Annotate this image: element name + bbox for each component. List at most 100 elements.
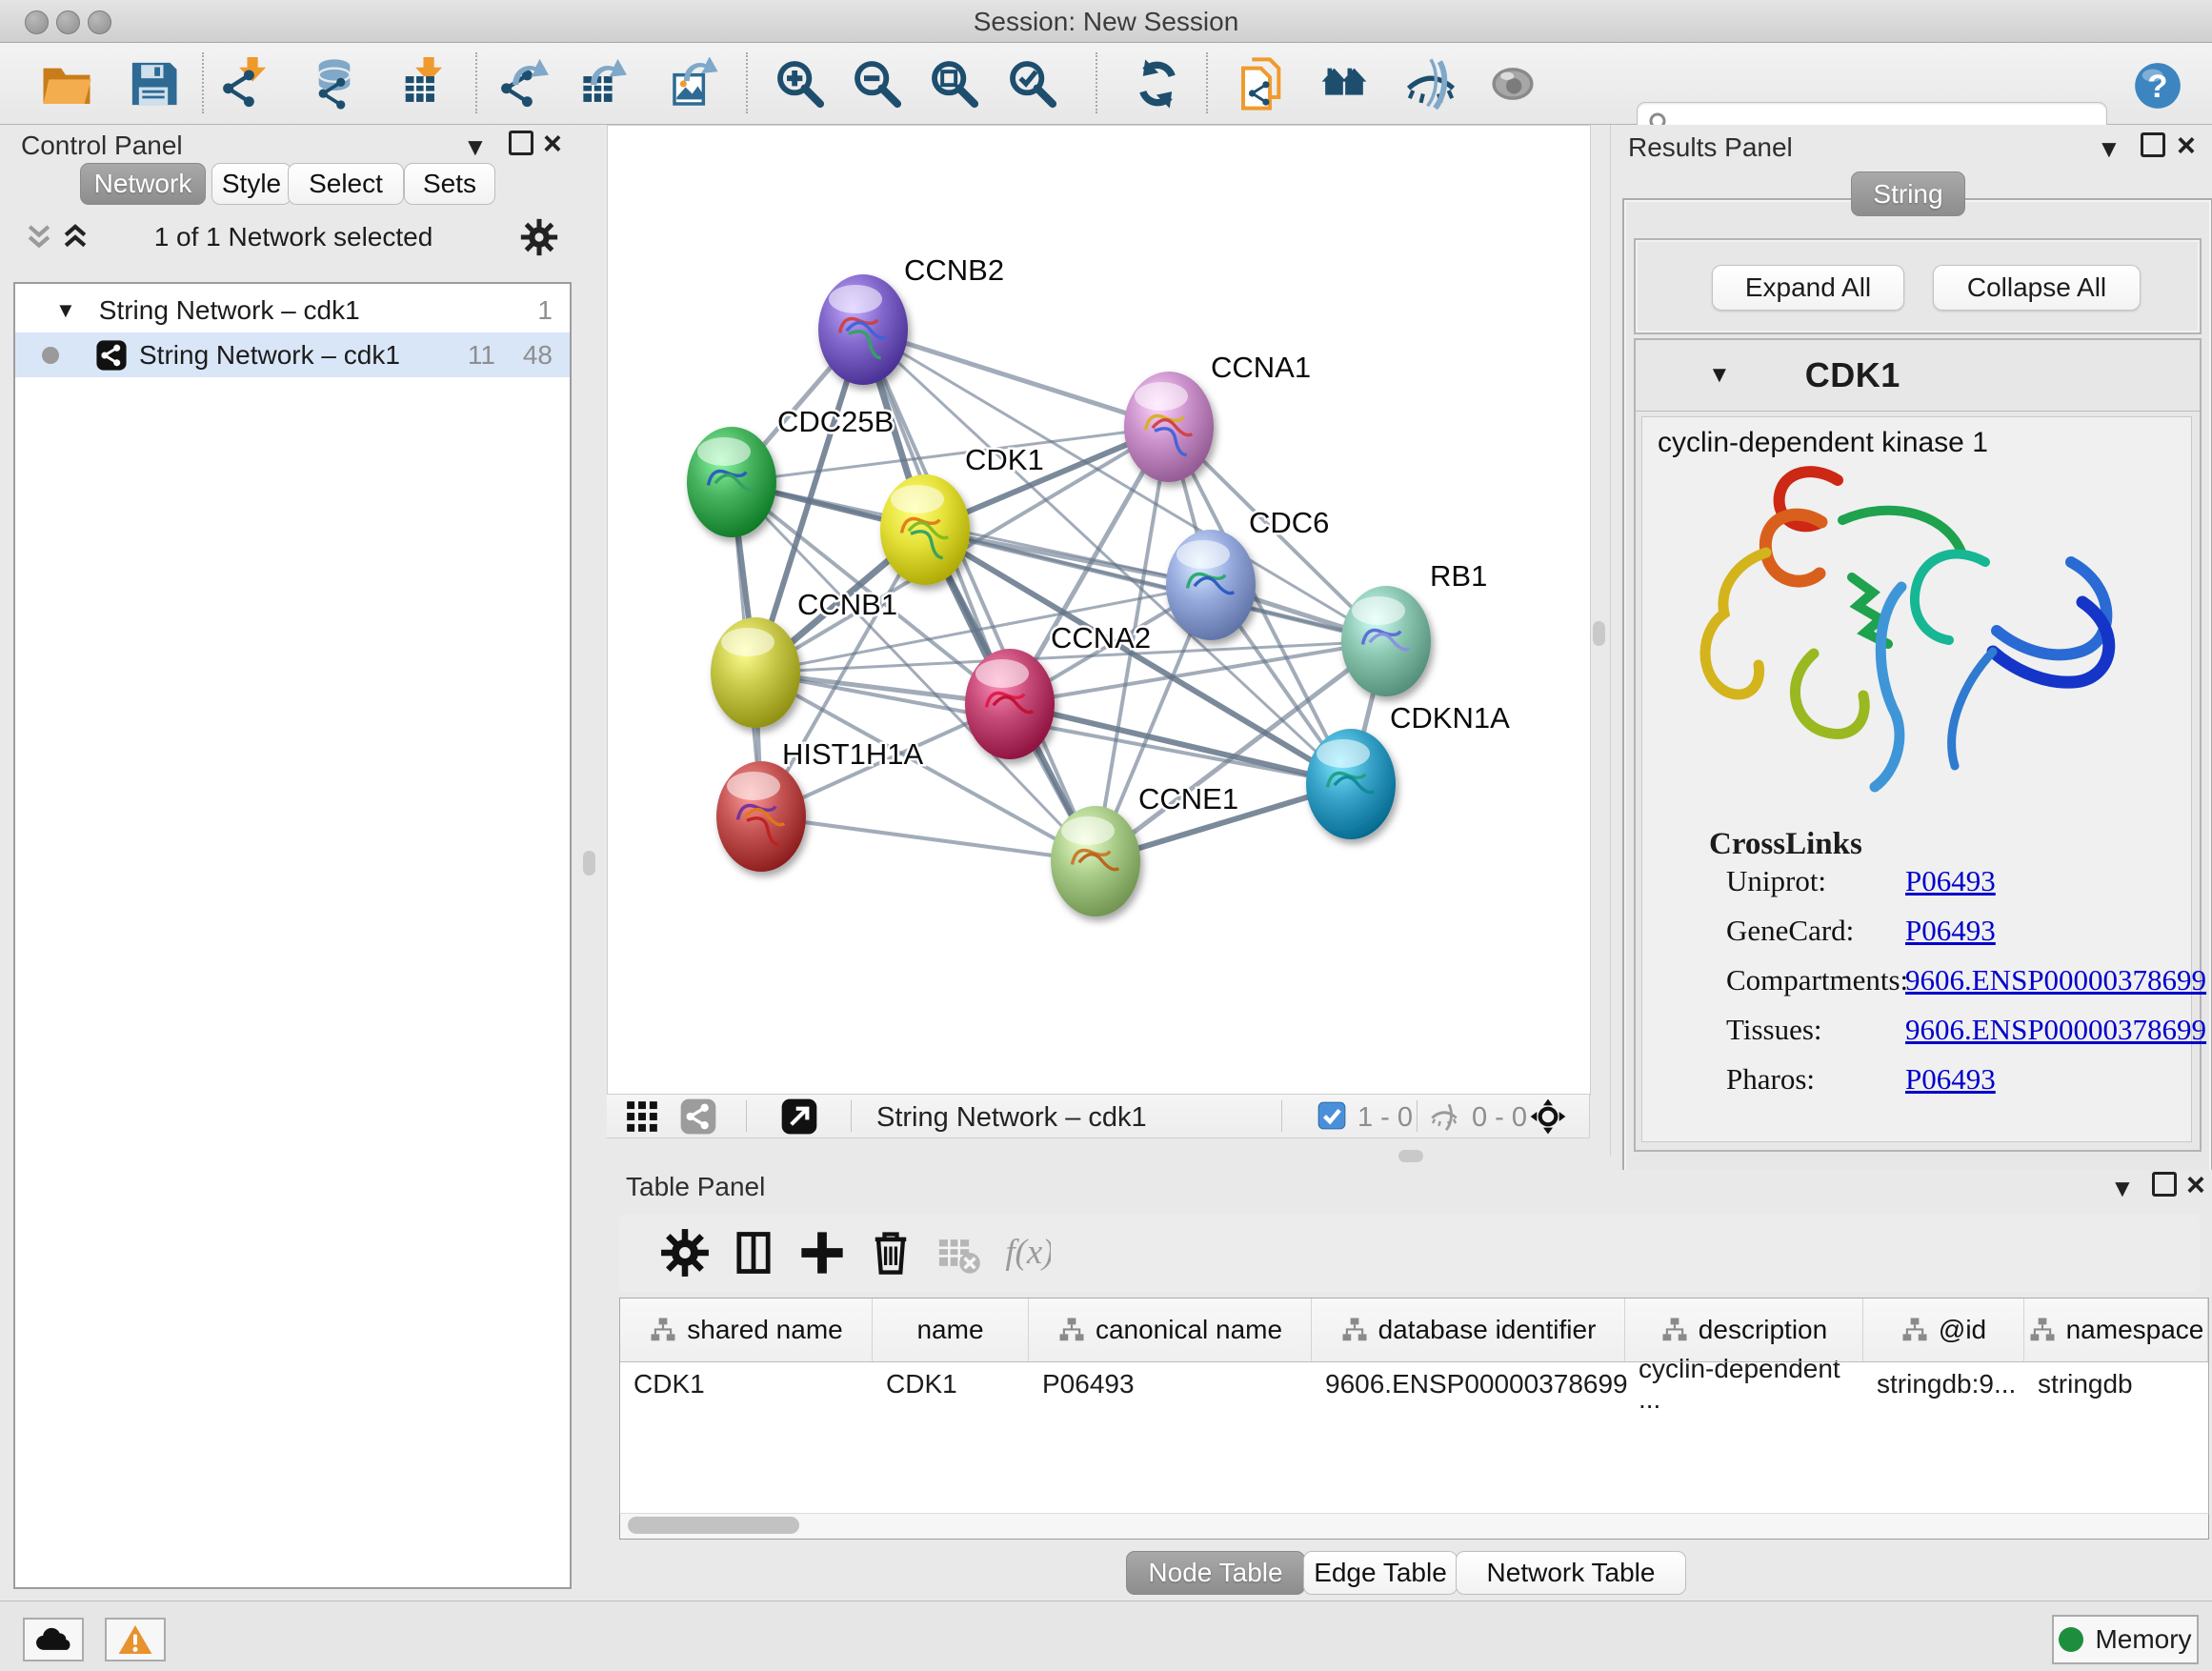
table-horizontal-scrollbar[interactable] [619,1513,2209,1540]
panel-menu-arrow-icon[interactable]: ▼ [2097,134,2122,164]
close-panel-icon[interactable]: × [543,134,562,153]
right-splitter-handle[interactable] [1593,621,1605,646]
tab-sets[interactable]: Sets [404,163,495,205]
first-neighbors-button[interactable] [1313,54,1376,113]
import-network-database-button[interactable] [303,54,366,113]
string-network-badge-icon[interactable] [679,1097,717,1136]
protein-section-header[interactable]: ▼ CDK1 [1636,340,2200,412]
table-cell[interactable]: stringdb [2024,1361,2207,1407]
export-image-button[interactable] [663,54,726,113]
node-CCNB1[interactable] [711,617,800,728]
node-CCNE1[interactable] [1051,806,1140,916]
birdseye-view-icon[interactable] [780,1097,818,1136]
expand-all-chevron-icon[interactable] [61,222,90,252]
warning-button[interactable] [105,1618,166,1661]
tab-network[interactable]: Network [80,163,206,205]
node-CCNA2[interactable] [965,649,1055,759]
delete-column-icon [866,1228,915,1278]
delete-table-button[interactable] [930,1225,985,1280]
left-splitter-handle[interactable] [583,851,595,876]
close-panel-icon[interactable]: × [2177,136,2196,155]
tab-edge-table[interactable]: Edge Table [1303,1551,1458,1595]
column-label: database identifier [1378,1315,1597,1345]
hide-selected-button[interactable] [1399,54,1462,113]
table-cell[interactable]: CDK1 [873,1361,1028,1407]
column-header--id[interactable]: @id [1863,1299,2024,1361]
tab-style[interactable]: Style [211,163,292,205]
table-cell[interactable]: P06493 [1029,1361,1311,1407]
expander-arrow-icon[interactable]: ▼ [55,298,76,323]
table-options-gear-button[interactable] [657,1225,713,1280]
zoom-selected-button[interactable] [1001,54,1064,113]
panel-menu-arrow-icon[interactable]: ▼ [2110,1174,2135,1203]
node-CDC6[interactable] [1166,530,1256,640]
zoom-out-button[interactable] [846,54,909,113]
crosslink-link[interactable]: P06493 [1905,864,1996,898]
node-CDK1[interactable] [880,474,970,585]
network-tree-row[interactable]: ▼ String Network – cdk11 [15,288,570,332]
table-cell[interactable]: 9606.ENSP00000378699 [1312,1361,1624,1407]
selected-checkbox-icon[interactable] [1317,1101,1346,1130]
network-canvas[interactable]: CCNB2CCNA1CDC25BCDK1CDC6RB1CCNB1CCNA2CDK… [607,125,1591,1096]
import-network-button[interactable] [215,54,278,113]
tab-string[interactable]: String [1851,171,1965,216]
zoom-fit-button[interactable] [923,54,986,113]
panel-menu-arrow-icon[interactable]: ▼ [463,132,488,162]
fit-content-crosshair-icon[interactable] [1529,1097,1567,1136]
crosslink-link[interactable]: P06493 [1905,1062,1996,1097]
save-session-button[interactable] [122,54,185,113]
refresh-button[interactable] [1126,54,1189,113]
node-table[interactable]: shared namename canonical name database … [619,1298,2209,1515]
close-panel-icon[interactable]: × [2186,1176,2205,1195]
open-session-button[interactable] [35,54,98,113]
import-table-button[interactable] [392,54,454,113]
cloud-button[interactable] [23,1618,84,1661]
network-from-file-button[interactable] [1232,54,1295,113]
delete-column-button[interactable] [863,1225,918,1280]
float-panel-icon[interactable] [2152,1172,2177,1197]
node-RB1[interactable] [1341,586,1431,696]
column-header-description[interactable]: description [1625,1299,1863,1361]
node-HIST1H1A[interactable] [716,761,806,872]
column-header-name[interactable]: name [873,1299,1029,1361]
column-header-canonical-name[interactable]: canonical name [1029,1299,1312,1361]
collapse-all-button[interactable]: Collapse All [1933,265,2141,311]
tab-node-table[interactable]: Node Table [1126,1551,1305,1595]
scrollbar-thumb[interactable] [628,1517,799,1534]
collapse-all-chevron-icon[interactable] [25,222,53,252]
function-builder-button[interactable]: f(x) [998,1225,1054,1280]
table-cell[interactable]: stringdb:9... [1863,1361,2023,1407]
table-cell[interactable]: CDK1 [620,1361,872,1407]
grid-view-icon[interactable] [624,1098,660,1135]
network-tree-row[interactable]: String Network – cdk11148 [15,332,570,377]
table-cell[interactable]: cyclin-dependent ... [1625,1361,1862,1407]
node-CDKN1A[interactable] [1306,729,1396,839]
show-all-button[interactable] [1481,54,1544,113]
export-table-button[interactable] [572,54,634,113]
hidden-eye-icon[interactable] [1428,1100,1460,1133]
show-columns-button[interactable] [726,1225,781,1280]
expand-all-button[interactable]: Expand All [1712,265,1904,311]
node-CCNA1[interactable] [1124,372,1214,482]
node-CCNB2[interactable] [818,274,908,385]
memory-button[interactable]: Memory [2052,1615,2199,1664]
float-panel-icon[interactable] [2141,132,2165,157]
collapse-arrow-icon[interactable]: ▼ [1708,362,1731,389]
zoom-in-button[interactable] [769,54,832,113]
add-column-button[interactable] [794,1225,850,1280]
crosslink-link[interactable]: 9606.ENSP00000378699 [1905,963,2206,997]
crosslink-link[interactable]: 9606.ENSP00000378699 [1905,1013,2206,1047]
node-CDC25B[interactable] [687,427,776,537]
crosslink-link[interactable]: P06493 [1905,914,1996,948]
export-network-button[interactable] [493,54,556,113]
tab-select[interactable]: Select [288,163,404,205]
column-header-database-identifier[interactable]: database identifier [1312,1299,1625,1361]
toolbar-separator [1096,52,1097,113]
column-header-shared-name[interactable]: shared name [620,1299,873,1361]
float-panel-icon[interactable] [509,131,533,155]
help-button[interactable]: ? [2126,56,2189,115]
network-options-gear-icon[interactable] [520,218,558,256]
column-header-namespace[interactable]: namespace [2024,1299,2208,1361]
bottom-splitter-handle[interactable] [1398,1150,1423,1162]
tab-network-table[interactable]: Network Table [1456,1551,1686,1595]
